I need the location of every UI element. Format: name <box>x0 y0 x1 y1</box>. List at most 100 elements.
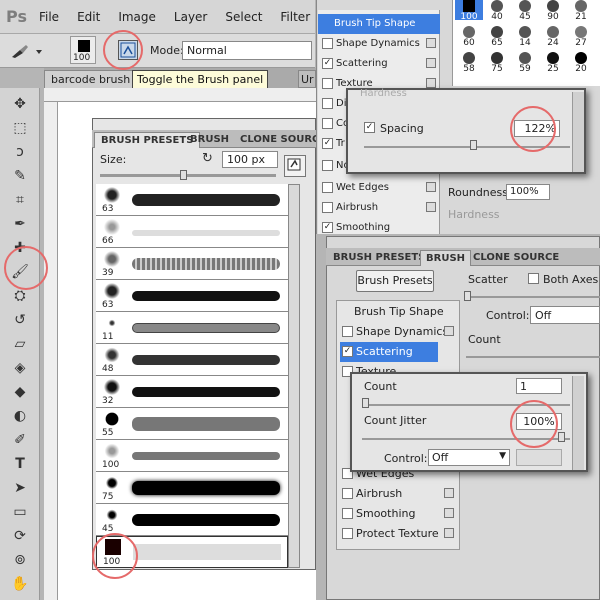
lock-icon[interactable] <box>426 182 436 192</box>
both-axes-checkbox[interactable] <box>528 273 539 284</box>
spacing-slider-thumb[interactable] <box>470 140 477 150</box>
brush-preset-row[interactable]: 66 <box>96 216 288 248</box>
count-slider-thumb[interactable] <box>362 398 369 408</box>
tab-clone-source[interactable]: CLONE SOURCE <box>468 250 564 266</box>
type-tool-icon[interactable]: T <box>10 454 30 474</box>
tab-brush-presets[interactable]: BRUSH PRESETS <box>328 250 430 266</box>
brush-tip-cell[interactable]: 27 <box>567 26 595 48</box>
brush-tip-cell[interactable]: 25 <box>539 52 567 74</box>
scatter-slider-track[interactable] <box>466 296 600 298</box>
lasso-tool-icon[interactable]: ↄ <box>10 142 30 162</box>
brush-tip-cell[interactable]: 65 <box>483 26 511 48</box>
brush-tip-cell[interactable]: 21 <box>567 0 595 22</box>
lock-icon[interactable] <box>426 38 436 48</box>
brush-preset-row[interactable]: 48 <box>96 344 288 376</box>
size-input[interactable]: 100 px <box>222 151 278 168</box>
create-new-preset-button[interactable] <box>284 155 306 177</box>
size-slider-track[interactable] <box>100 174 276 177</box>
3d-rotate-tool-icon[interactable]: ⟳ <box>10 526 30 546</box>
menu-select[interactable]: Select <box>225 10 262 24</box>
menu-image[interactable]: Image <box>118 10 156 24</box>
path-selection-tool-icon[interactable]: ➤ <box>10 478 30 498</box>
lock-icon[interactable] <box>444 528 454 538</box>
checkbox[interactable]: ✓ <box>322 138 333 149</box>
brush-tip-cell[interactable]: 40 <box>483 0 511 22</box>
blur-tool-icon[interactable]: ◆ <box>10 382 30 402</box>
crop-tool-icon[interactable]: ⌗ <box>10 190 30 210</box>
count-control-select[interactable]: Off ▼ <box>428 449 510 466</box>
brush-preset-row[interactable]: 63 <box>96 184 288 216</box>
setting-smoothing[interactable]: ✓ Smoothing <box>318 218 440 238</box>
brush-preset-row[interactable]: 75 <box>96 472 288 504</box>
count-slider-track[interactable] <box>466 356 600 358</box>
checkbox[interactable] <box>342 326 353 337</box>
lock-icon[interactable] <box>444 326 454 336</box>
quick-selection-tool-icon[interactable]: ✎ <box>10 166 30 186</box>
checkbox[interactable] <box>342 488 353 499</box>
brush-tip-cell[interactable]: 58 <box>455 52 483 74</box>
setting-protect-texture[interactable]: Protect Texture <box>340 524 460 544</box>
checkbox[interactable] <box>342 508 353 519</box>
checkbox[interactable] <box>322 160 333 171</box>
roundness-input[interactable]: 100% <box>506 184 550 200</box>
brush-preset-row[interactable]: 100 <box>96 440 288 472</box>
size-slider-thumb[interactable] <box>180 170 187 180</box>
brush-preset-picker[interactable]: 100 <box>70 36 96 64</box>
scatter-slider-thumb[interactable] <box>464 291 471 301</box>
brush-tip-cell[interactable]: 24 <box>539 26 567 48</box>
setting-wet-edges[interactable]: Wet Edges <box>318 178 440 198</box>
brush-preset-row[interactable]: 39 <box>96 248 288 280</box>
menu-edit[interactable]: Edit <box>77 10 100 24</box>
eraser-tool-icon[interactable]: ▱ <box>10 334 30 354</box>
lock-icon[interactable] <box>426 58 436 68</box>
brush-tip-cell[interactable]: 100 <box>455 0 483 22</box>
lock-icon[interactable] <box>426 78 436 88</box>
marquee-tool-icon[interactable]: ⬚ <box>10 118 30 138</box>
setting-airbrush[interactable]: Airbrush <box>340 484 460 504</box>
count-jitter-slider-thumb[interactable] <box>558 432 565 442</box>
pen-tool-icon[interactable]: ✐ <box>10 430 30 450</box>
setting-scattering[interactable]: ✓ Scattering <box>340 342 438 362</box>
brush-preset-row[interactable]: 63 <box>96 280 288 312</box>
hand-tool-icon[interactable]: ✋ <box>10 574 30 594</box>
move-tool-icon[interactable]: ✥ <box>10 94 30 114</box>
document-tab-overflow[interactable]: Ur <box>298 70 316 88</box>
lock-icon[interactable] <box>444 508 454 518</box>
brush-tip-cell[interactable]: 75 <box>483 52 511 74</box>
checkbox[interactable] <box>322 118 333 129</box>
checkbox[interactable]: ✓ <box>322 222 333 233</box>
spacing-callout-scrollbar[interactable] <box>572 92 584 172</box>
eyedropper-tool-icon[interactable]: ✒ <box>10 214 30 234</box>
menu-file[interactable]: File <box>39 10 59 24</box>
brush-tip-cell[interactable]: 14 <box>511 26 539 48</box>
setting-brush-tip-shape[interactable]: Brush Tip Shape <box>340 302 460 322</box>
setting-shape-dynamics[interactable]: Shape Dynamics <box>318 34 440 54</box>
mode-select[interactable]: Normal <box>182 41 312 60</box>
scatter-control-select[interactable]: Off <box>530 306 600 324</box>
setting-smoothing[interactable]: Smoothing <box>340 504 460 524</box>
brush-tip-cell[interactable]: 59 <box>511 52 539 74</box>
3d-orbit-tool-icon[interactable]: ⊚ <box>10 550 30 570</box>
paint-bucket-tool-icon[interactable]: ◈ <box>10 358 30 378</box>
checkbox[interactable] <box>322 78 333 89</box>
checkbox[interactable] <box>322 182 333 193</box>
brush-preset-row[interactable]: 45 <box>96 504 288 536</box>
checkbox[interactable] <box>342 528 353 539</box>
tab-brush[interactable]: BRUSH <box>420 250 472 266</box>
setting-brush-tip-shape[interactable]: Brush Tip Shape <box>318 14 440 34</box>
spacing-checkbox[interactable]: ✓ <box>364 122 375 133</box>
history-brush-tool-icon[interactable]: ↺ <box>10 310 30 330</box>
tab-brush[interactable]: BRUSH <box>184 132 235 148</box>
count-callout-scrollbar[interactable] <box>572 376 584 470</box>
setting-shape-dynamics[interactable]: Shape Dynamics <box>340 322 460 342</box>
brush-tip-cell[interactable]: 20 <box>567 52 595 74</box>
setting-scattering[interactable]: ✓ Scattering <box>318 54 440 74</box>
brush-tip-cell[interactable]: 60 <box>455 26 483 48</box>
brush-preset-row[interactable]: 11 <box>96 312 288 344</box>
reset-size-icon[interactable]: ↻ <box>202 151 216 166</box>
checkbox[interactable]: ✓ <box>322 58 333 69</box>
lock-icon[interactable] <box>426 202 436 212</box>
brush-preset-row[interactable]: 32 <box>96 376 288 408</box>
dodge-tool-icon[interactable]: ◐ <box>10 406 30 426</box>
lock-icon[interactable] <box>444 488 454 498</box>
